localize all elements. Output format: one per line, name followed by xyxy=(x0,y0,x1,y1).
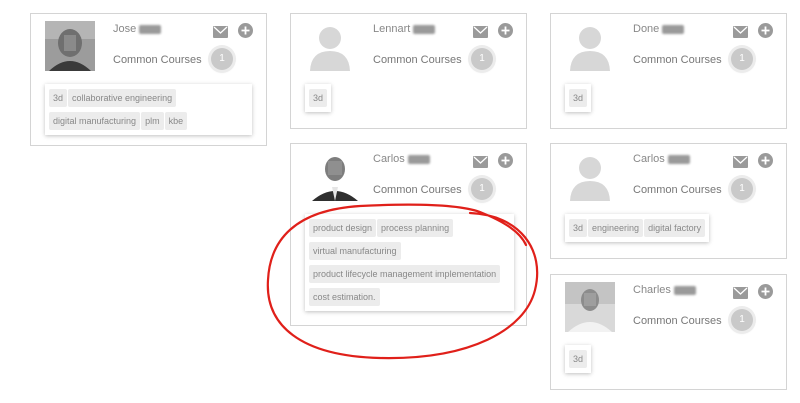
mail-icon[interactable] xyxy=(213,25,228,38)
plus-icon[interactable] xyxy=(758,23,773,38)
redacted-surname xyxy=(407,154,430,164)
tag-list: 3d xyxy=(305,84,332,112)
tag[interactable]: kbe xyxy=(164,112,188,130)
common-courses-label: Common Courses xyxy=(113,54,202,66)
tag-list: 3d collaborative engineering digital manu… xyxy=(45,84,252,135)
member-card: Done Common Courses 1 3d xyxy=(550,13,787,129)
member-card: Charles Common Courses 1 3d xyxy=(550,274,787,390)
mail-icon[interactable] xyxy=(733,155,748,168)
common-courses-count[interactable]: 1 xyxy=(471,48,493,70)
common-courses-label: Common Courses xyxy=(633,54,722,66)
redacted-surname xyxy=(413,24,436,34)
common-courses-count[interactable]: 1 xyxy=(731,48,753,70)
avatar[interactable] xyxy=(310,151,360,201)
member-card: Jose Common Courses 1 3d collaborative en… xyxy=(30,13,267,146)
common-courses-count[interactable]: 1 xyxy=(211,48,233,70)
member-name[interactable]: Lennart xyxy=(373,23,436,35)
common-courses-label: Common Courses xyxy=(373,184,462,196)
user-silhouette-icon[interactable] xyxy=(305,21,355,71)
mail-icon[interactable] xyxy=(473,155,488,168)
tag[interactable]: product design xyxy=(309,219,377,237)
tag[interactable]: process planning xyxy=(377,219,454,237)
common-courses-label: Common Courses xyxy=(633,315,722,327)
redacted-surname xyxy=(667,154,690,164)
tag[interactable]: collaborative engineering xyxy=(68,89,177,107)
member-name[interactable]: Done xyxy=(633,23,685,35)
member-name[interactable]: Charles xyxy=(633,284,696,296)
tag[interactable]: digital manufacturing xyxy=(49,112,141,130)
plus-icon[interactable] xyxy=(498,153,513,168)
plus-icon[interactable] xyxy=(498,23,513,38)
mail-icon[interactable] xyxy=(733,286,748,299)
mail-icon[interactable] xyxy=(473,25,488,38)
member-name[interactable]: Jose xyxy=(113,23,162,35)
member-card: Lennart Common Courses 1 3d xyxy=(290,13,527,129)
tag-list: 3d xyxy=(565,345,592,373)
tag[interactable]: product lifecycle management implementat… xyxy=(309,265,501,283)
tag[interactable]: 3d xyxy=(569,350,588,368)
common-courses-count[interactable]: 1 xyxy=(471,178,493,200)
common-courses-label: Common Courses xyxy=(373,54,462,66)
member-card: Carlos Common Courses 1 product design pr… xyxy=(290,143,527,326)
tag[interactable]: 3d xyxy=(569,219,588,237)
tag[interactable]: cost estimation. xyxy=(309,288,380,306)
common-courses-count[interactable]: 1 xyxy=(731,309,753,331)
mail-icon[interactable] xyxy=(733,25,748,38)
user-silhouette-icon[interactable] xyxy=(565,21,615,71)
redacted-surname xyxy=(139,24,162,34)
tag[interactable]: plm xyxy=(141,112,164,130)
tag-list: 3d engineering digital factory xyxy=(565,214,710,242)
tag[interactable]: engineering xyxy=(588,219,644,237)
tag-list: product design process planning virtual m… xyxy=(305,214,514,311)
redacted-surname xyxy=(662,24,685,34)
member-name[interactable]: Carlos xyxy=(633,153,690,165)
plus-icon[interactable] xyxy=(758,153,773,168)
user-silhouette-icon[interactable] xyxy=(565,151,615,201)
plus-icon[interactable] xyxy=(758,284,773,299)
plus-icon[interactable] xyxy=(238,23,253,38)
member-name[interactable]: Carlos xyxy=(373,153,430,165)
avatar[interactable] xyxy=(565,282,615,332)
avatar[interactable] xyxy=(45,21,95,71)
redacted-surname xyxy=(673,285,696,295)
tag[interactable]: 3d xyxy=(569,89,588,107)
common-courses-label: Common Courses xyxy=(633,184,722,196)
common-courses-count[interactable]: 1 xyxy=(731,178,753,200)
tag[interactable]: 3d xyxy=(49,89,68,107)
tag[interactable]: digital factory xyxy=(644,219,706,237)
member-card: Carlos Common Courses 1 3d engineering dig… xyxy=(550,143,787,259)
tag[interactable]: virtual manufacturing xyxy=(309,242,401,260)
tag[interactable]: 3d xyxy=(309,89,328,107)
tag-list: 3d xyxy=(565,84,592,112)
